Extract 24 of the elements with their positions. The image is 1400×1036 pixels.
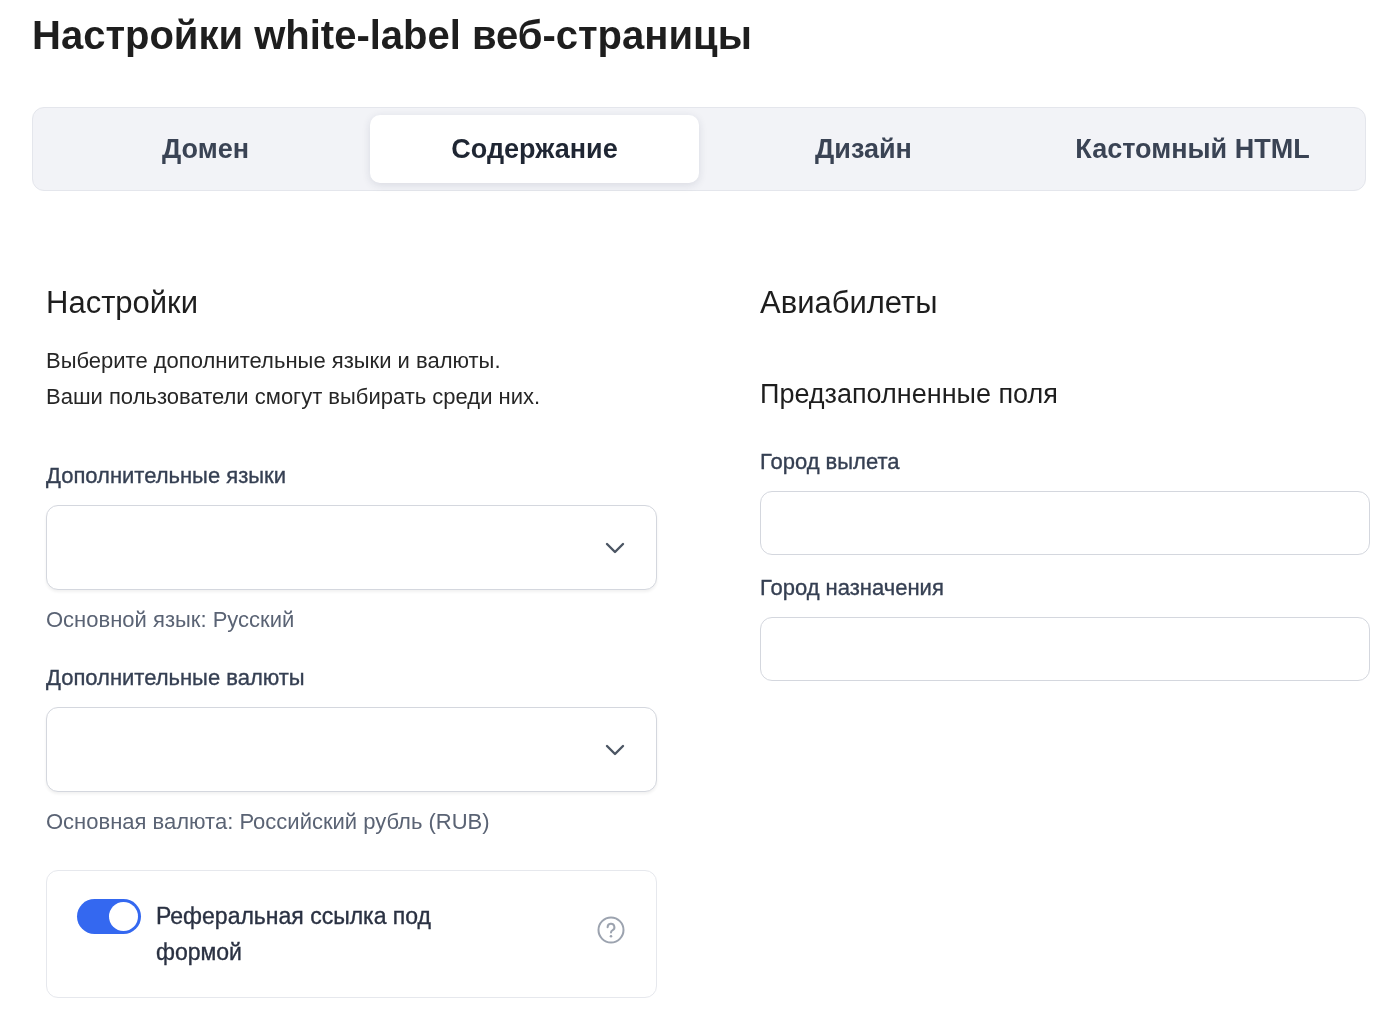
- input-field[interactable]: [760, 491, 1370, 555]
- subsection-heading: Предзаполненные поля: [760, 378, 1058, 411]
- description-text: Выберите дополнительные языки и валюты. Ваши пользователи смогут выбирать среди них.: [46, 347, 541, 411]
- hint-text: Основной язык: Русский: [46, 606, 295, 634]
- tab[interactable]: Кастомный HTML: [1028, 115, 1357, 183]
- hint-text: Основная валюта: Российский рубль (RUB): [46, 808, 490, 836]
- field-label: Дополнительные языки: [46, 462, 286, 490]
- field-label: Город вылета: [760, 448, 900, 476]
- toggle-switch[interactable]: [77, 899, 141, 934]
- tab[interactable]: Дизайн: [699, 115, 1028, 183]
- help-icon[interactable]: [597, 916, 625, 944]
- field-label: Город назначения: [760, 574, 944, 602]
- chevron-down-icon: [605, 541, 625, 554]
- dropdown-field[interactable]: [46, 707, 657, 792]
- section-heading: Авиабилеты: [760, 284, 938, 322]
- input-field[interactable]: [760, 617, 1370, 681]
- toggle-label: Реферальная ссылка под формой: [156, 902, 433, 967]
- field-label: Дополнительные валюты: [46, 664, 305, 692]
- page-title: Настройки white-label веб-страницы: [32, 12, 752, 59]
- dropdown-field[interactable]: [46, 505, 657, 590]
- tab[interactable]: Содержание: [370, 115, 699, 183]
- chevron-down-icon: [605, 743, 625, 756]
- tab[interactable]: Домен: [41, 115, 370, 183]
- section-heading: Настройки: [46, 284, 198, 322]
